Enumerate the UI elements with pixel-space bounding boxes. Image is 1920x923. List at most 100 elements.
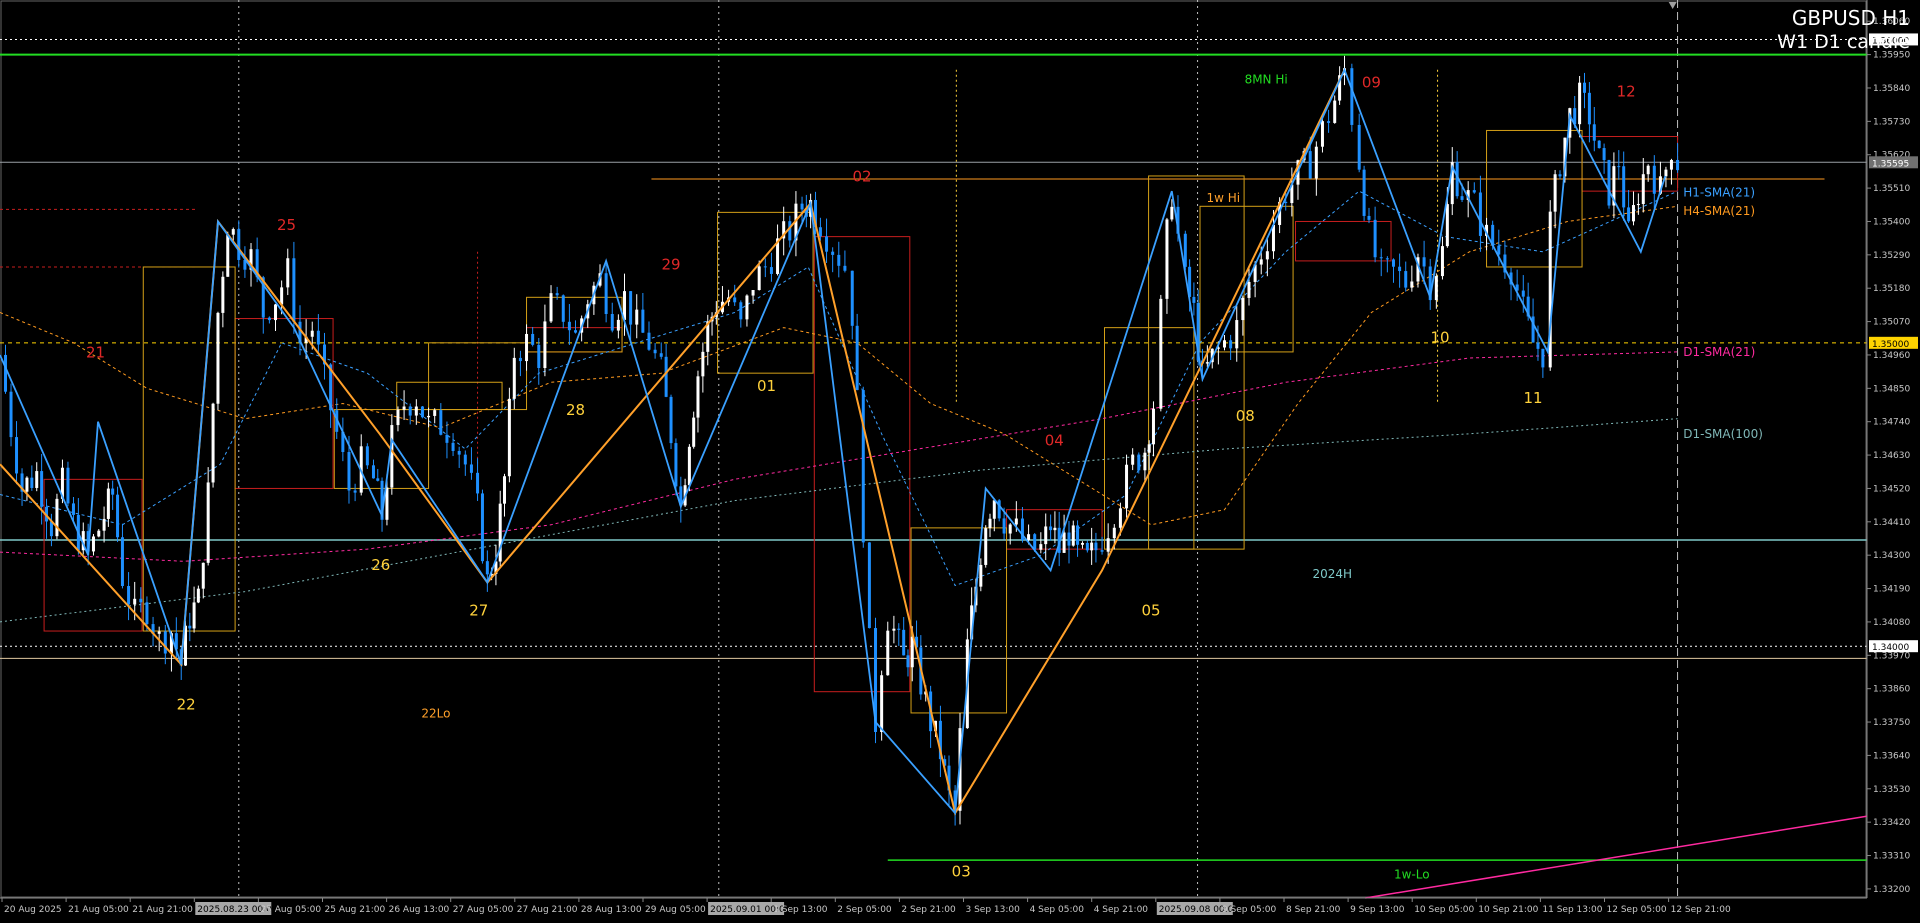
time-label: 21 Aug 21:00 bbox=[132, 905, 193, 915]
price-chart[interactable]: 22 26 27 28 01 03 05 08 10 11 21 25 29 02 04 09 12 8MN Hi… bbox=[0, 0, 1920, 923]
sma-label-1: H4-SMA(21) bbox=[1683, 204, 1755, 218]
candle-body bbox=[457, 450, 461, 455]
candle-body bbox=[231, 229, 235, 235]
candle-body bbox=[897, 628, 901, 630]
pivot-label-12: 12 bbox=[1617, 83, 1636, 101]
candle-body bbox=[537, 344, 541, 369]
price-tick-label: 1.35180 bbox=[1873, 284, 1910, 294]
candle-body bbox=[549, 293, 553, 322]
candle-body bbox=[1617, 166, 1621, 168]
pivot-label-26: 26 bbox=[371, 556, 390, 574]
candle-body bbox=[843, 265, 847, 271]
candle-body bbox=[1541, 348, 1545, 368]
candle-body bbox=[1014, 518, 1018, 525]
candle-body bbox=[1033, 534, 1037, 550]
candle-body bbox=[1002, 518, 1006, 534]
pivot-label-01: 01 bbox=[757, 377, 776, 395]
candle-body bbox=[445, 434, 449, 443]
candle-body bbox=[825, 236, 829, 252]
time-label: 4 Sep 21:00 bbox=[1094, 905, 1149, 915]
candle-body bbox=[1170, 206, 1174, 220]
candle-body bbox=[664, 356, 668, 397]
candle-body bbox=[979, 564, 983, 587]
time-label: 21 Aug 05:00 bbox=[68, 905, 129, 915]
candle-body bbox=[1223, 340, 1226, 348]
time-label: 20 Aug 2025 bbox=[4, 905, 62, 915]
candle-body bbox=[66, 467, 70, 504]
time-label: 9 Sep 13:00 bbox=[1350, 905, 1405, 915]
candle-body bbox=[1578, 82, 1582, 125]
candle-body bbox=[1137, 454, 1141, 471]
candle-mode-subtitle: W1 D1 candle bbox=[1777, 31, 1910, 53]
candle-body bbox=[463, 454, 467, 465]
candle-body bbox=[1646, 165, 1650, 175]
candle-body bbox=[157, 631, 161, 634]
candle-body bbox=[402, 406, 406, 410]
candle-body bbox=[145, 602, 149, 625]
candle-body bbox=[518, 357, 522, 362]
pivot-label-04: 04 bbox=[1045, 432, 1064, 450]
candle-body bbox=[818, 227, 822, 237]
candle-body bbox=[800, 203, 804, 210]
price-marker-label: 1.35595 bbox=[1872, 159, 1909, 169]
candle-body bbox=[1071, 525, 1075, 546]
annotation-8mn-hi: 8MN Hi bbox=[1245, 72, 1288, 86]
candle-body bbox=[1676, 159, 1680, 171]
candle-body bbox=[1327, 121, 1331, 123]
time-label: 4 Sep 05:00 bbox=[1030, 905, 1085, 915]
price-tick-label: 1.34300 bbox=[1873, 551, 1910, 561]
candle-body bbox=[1460, 196, 1464, 200]
candle-body bbox=[30, 477, 34, 488]
pivot-label-25: 25 bbox=[277, 216, 296, 234]
price-tick-label: 1.35400 bbox=[1873, 217, 1910, 227]
candle-body bbox=[1241, 297, 1245, 321]
pivot-label-10: 10 bbox=[1430, 328, 1449, 346]
candle-body bbox=[1159, 298, 1163, 409]
candle-body bbox=[1445, 204, 1449, 247]
price-tick-label: 1.34740 bbox=[1873, 418, 1910, 428]
price-tick-label: 1.35070 bbox=[1873, 318, 1910, 328]
candle-body bbox=[512, 357, 516, 399]
candle-body bbox=[1398, 266, 1402, 272]
candle-body bbox=[1553, 174, 1557, 212]
candle-body bbox=[1076, 525, 1080, 545]
candle-body bbox=[788, 221, 792, 241]
candle-body bbox=[1536, 342, 1540, 349]
candle-body bbox=[1118, 508, 1122, 528]
pivot-label-11: 11 bbox=[1524, 389, 1543, 407]
price-tick-label: 1.34850 bbox=[1873, 384, 1910, 394]
candle-body bbox=[211, 403, 215, 483]
time-label: 27 Aug 21:00 bbox=[517, 905, 578, 915]
price-tick-label: 1.33310 bbox=[1873, 852, 1910, 862]
candle-body bbox=[9, 391, 13, 438]
candle-body bbox=[396, 409, 400, 426]
candle-body bbox=[992, 500, 996, 519]
candle-body bbox=[984, 528, 988, 565]
candle-body bbox=[1472, 190, 1476, 193]
pivot-label-03: 03 bbox=[952, 862, 971, 880]
candle-body bbox=[561, 295, 565, 322]
candle-body bbox=[280, 287, 284, 305]
candle-body bbox=[237, 229, 241, 260]
candle-body bbox=[701, 351, 705, 377]
candle-body bbox=[1067, 532, 1071, 546]
candle-body bbox=[525, 333, 529, 362]
candle-body bbox=[543, 321, 547, 369]
candle-body bbox=[427, 415, 431, 418]
candle-body bbox=[1558, 174, 1562, 177]
candle-body bbox=[91, 536, 95, 552]
candle-body bbox=[733, 297, 737, 303]
candle-body bbox=[1410, 281, 1414, 288]
candle-body bbox=[1669, 159, 1673, 170]
price-tick-label: 1.33200 bbox=[1873, 885, 1910, 895]
time-label: 10 Sep 21:00 bbox=[1478, 905, 1538, 915]
price-tick-label: 1.34080 bbox=[1873, 618, 1910, 628]
time-label: 8 Sep 21:00 bbox=[1286, 905, 1341, 915]
candle-body bbox=[414, 406, 418, 416]
pivot-label-08: 08 bbox=[1236, 407, 1255, 425]
candle-body bbox=[1044, 526, 1048, 545]
candle-body bbox=[1350, 68, 1354, 125]
symbol-title: GBPUSD H1 bbox=[1791, 6, 1910, 30]
candle-body bbox=[469, 464, 473, 473]
candle-body bbox=[674, 443, 678, 487]
